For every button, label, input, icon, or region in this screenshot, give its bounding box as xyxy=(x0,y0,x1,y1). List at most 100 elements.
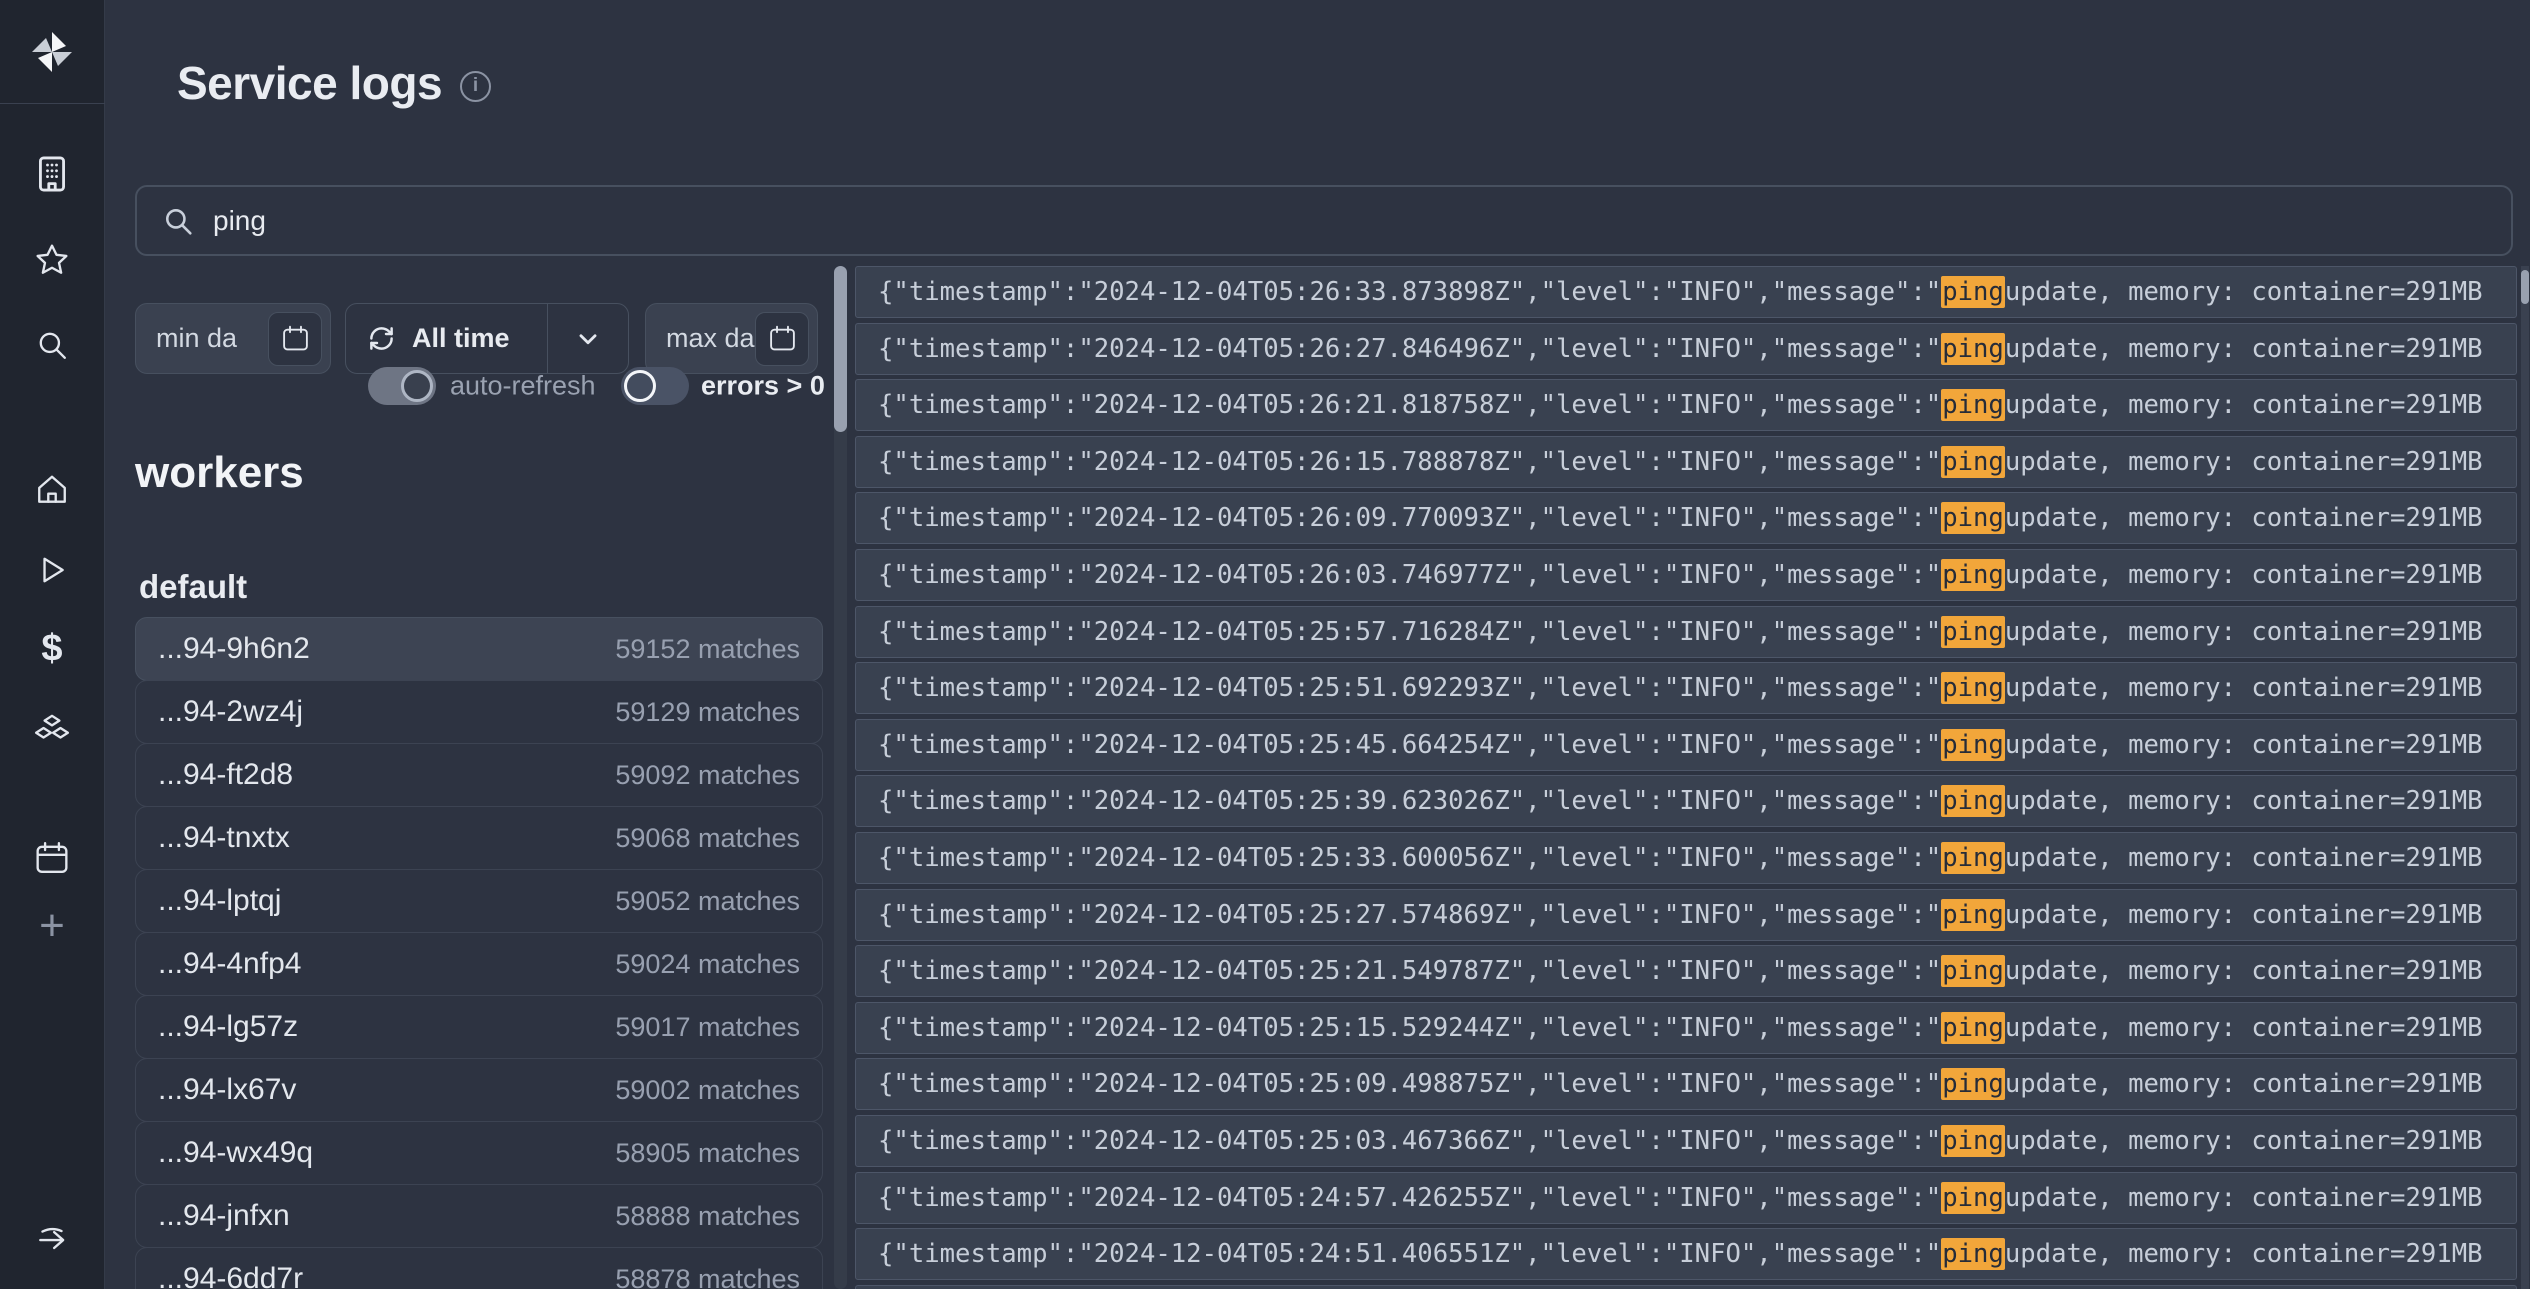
worker-row[interactable]: ...94-2wz4j 59129 matches xyxy=(135,680,823,744)
log-row[interactable]: {"timestamp":"2024-12-04T05:25:51.692293… xyxy=(855,662,2517,714)
worker-name: ...94-4nfp4 xyxy=(158,947,301,981)
search-highlight: ping xyxy=(1941,672,2005,704)
max-date-calendar-button[interactable] xyxy=(755,312,809,366)
chevron-down-icon xyxy=(575,326,601,352)
min-date-field[interactable] xyxy=(135,303,331,374)
log-text-prefix: {"timestamp":"2024-12-04T05:24:57.426255… xyxy=(878,1183,1941,1213)
log-row[interactable]: {"timestamp":"2024-12-04T05:25:45.664254… xyxy=(855,719,2517,771)
log-row[interactable]: {"timestamp":"2024-12-04T05:26:09.770093… xyxy=(855,492,2517,544)
log-row[interactable]: {"timestamp":"2024-12-04T05:25:27.574869… xyxy=(855,889,2517,941)
runs-play-icon[interactable] xyxy=(36,554,68,586)
time-range-main[interactable]: All time xyxy=(346,304,547,373)
search-highlight: ping xyxy=(1941,559,2005,591)
search-highlight: ping xyxy=(1941,616,2005,648)
log-text-suffix: update, memory: container=291MB xyxy=(2005,1126,2483,1156)
worker-name: ...94-6dd7r xyxy=(158,1262,303,1289)
log-text-suffix: update, memory: container=291MB xyxy=(2005,277,2483,307)
time-range-label: All time xyxy=(412,323,510,354)
log-text-prefix: {"timestamp":"2024-12-04T05:25:03.467366… xyxy=(878,1126,1941,1156)
favorites-star-icon[interactable] xyxy=(35,243,69,277)
exit-arrow-icon[interactable] xyxy=(35,1222,69,1256)
worker-row[interactable]: ...94-tnxtx 59068 matches xyxy=(135,806,823,870)
search-highlight: ping xyxy=(1941,842,2005,874)
schedules-calendar-icon[interactable] xyxy=(35,841,69,875)
worker-row[interactable]: ...94-lx67v 59002 matches xyxy=(135,1058,823,1122)
log-row[interactable]: {"timestamp":"2024-12-04T05:26:21.818758… xyxy=(855,379,2517,431)
logs-scrollbar-thumb[interactable] xyxy=(2521,270,2529,304)
log-text-prefix: {"timestamp":"2024-12-04T05:26:03.746977… xyxy=(878,560,1941,590)
log-text-suffix: update, memory: container=291MB xyxy=(2005,390,2483,420)
worker-name: ...94-lg57z xyxy=(158,1010,298,1044)
worker-row[interactable]: ...94-lg57z 59017 matches xyxy=(135,995,823,1059)
worker-row[interactable]: ...94-4nfp4 59024 matches xyxy=(135,932,823,996)
log-text-suffix: update, memory: container=291MB xyxy=(2005,900,2483,930)
log-row[interactable]: {"timestamp":"2024-12-04T05:25:21.549787… xyxy=(855,945,2517,997)
worker-name: ...94-tnxtx xyxy=(158,821,290,855)
add-plus-icon[interactable]: + xyxy=(39,901,65,951)
worker-name: ...94-9h6n2 xyxy=(158,632,310,666)
time-range-dropdown[interactable] xyxy=(548,304,628,373)
logs-scrollbar-track[interactable] xyxy=(2521,266,2529,1289)
worker-match-count: 59092 matches xyxy=(615,760,800,791)
worker-row[interactable]: ...94-ft2d8 59092 matches xyxy=(135,743,823,807)
worker-match-count: 59002 matches xyxy=(615,1075,800,1106)
log-row[interactable]: {"timestamp":"2024-12-04T05:25:09.498875… xyxy=(855,1058,2517,1110)
log-text-prefix: {"timestamp":"2024-12-04T05:26:15.788878… xyxy=(878,447,1941,477)
search-highlight: ping xyxy=(1941,1238,2005,1270)
log-text-prefix: {"timestamp":"2024-12-04T05:25:21.549787… xyxy=(878,956,1941,986)
worker-match-count: 59052 matches xyxy=(615,886,800,917)
log-row[interactable]: {"timestamp":"2024-12-04T05:26:03.746977… xyxy=(855,549,2517,601)
log-row[interactable]: {"timestamp":"2024-12-04T05:25:15.529244… xyxy=(855,1002,2517,1054)
worker-name: ...94-jnfxn xyxy=(158,1199,290,1233)
log-row[interactable]: {"timestamp":"2024-12-04T05:26:27.846496… xyxy=(855,323,2517,375)
log-row[interactable]: {"timestamp":"2024-12-04T05:24:57.426255… xyxy=(855,1172,2517,1224)
worker-list: ...94-9h6n2 59152 matches ...94-2wz4j 59… xyxy=(135,618,823,1289)
search-highlight: ping xyxy=(1941,1012,2005,1044)
log-text-prefix: {"timestamp":"2024-12-04T05:25:33.600056… xyxy=(878,843,1941,873)
log-text-prefix: {"timestamp":"2024-12-04T05:25:27.574869… xyxy=(878,900,1941,930)
search-input[interactable] xyxy=(213,205,2485,237)
worker-row[interactable]: ...94-9h6n2 59152 matches xyxy=(135,617,823,681)
log-row[interactable]: {"timestamp":"2024-12-04T05:25:39.623026… xyxy=(855,775,2517,827)
home-icon[interactable] xyxy=(35,473,69,507)
auto-refresh-toggle[interactable] xyxy=(368,367,436,405)
worker-row[interactable]: ...94-jnfxn 58888 matches xyxy=(135,1184,823,1248)
search-icon xyxy=(163,206,193,236)
calendar-icon xyxy=(282,325,309,352)
min-date-calendar-button[interactable] xyxy=(268,312,322,366)
worker-name: ...94-ft2d8 xyxy=(158,758,293,792)
log-row[interactable]: {"timestamp":"2024-12-04T05:26:33.873898… xyxy=(855,266,2517,318)
log-text-prefix: {"timestamp":"2024-12-04T05:24:51.406551… xyxy=(878,1239,1941,1269)
log-text-prefix: {"timestamp":"2024-12-04T05:26:27.846496… xyxy=(878,334,1941,364)
min-date-input[interactable] xyxy=(156,323,268,354)
log-text-prefix: {"timestamp":"2024-12-04T05:26:09.770093… xyxy=(878,503,1941,533)
worker-row[interactable]: ...94-lptqj 59052 matches xyxy=(135,869,823,933)
max-date-field[interactable] xyxy=(645,303,818,374)
worker-name: ...94-lx67v xyxy=(158,1073,296,1107)
log-row[interactable]: {"timestamp":"2024-12-04T05:24:51.406551… xyxy=(855,1228,2517,1280)
workspace-building-icon[interactable] xyxy=(36,156,68,192)
log-row[interactable]: {"timestamp":"2024-12-04T05:26:15.788878… xyxy=(855,436,2517,488)
calendar-icon xyxy=(769,325,796,352)
log-row[interactable]: {"timestamp":"2024-12-04T05:25:57.716284… xyxy=(855,606,2517,658)
log-text-prefix: {"timestamp":"2024-12-04T05:26:33.873898… xyxy=(878,277,1941,307)
left-scrollbar-thumb[interactable] xyxy=(834,266,847,432)
time-range-button[interactable]: All time xyxy=(345,303,629,374)
log-text-prefix: {"timestamp":"2024-12-04T05:25:39.623026… xyxy=(878,786,1941,816)
variables-dollar-icon[interactable]: $ xyxy=(41,628,62,671)
search-highlight: ping xyxy=(1941,502,2005,534)
windmill-logo[interactable] xyxy=(28,28,76,81)
worker-row[interactable]: ...94-wx49q 58905 matches xyxy=(135,1121,823,1185)
log-row-partial[interactable] xyxy=(855,1285,2517,1289)
resources-cubes-icon[interactable] xyxy=(34,714,70,742)
worker-row[interactable]: ...94-6dd7r 58878 matches xyxy=(135,1247,823,1289)
workers-heading: workers xyxy=(135,448,304,498)
search-nav-icon[interactable] xyxy=(36,329,68,361)
errors-filter-toggle[interactable] xyxy=(621,367,689,405)
worker-match-count: 58905 matches xyxy=(615,1138,800,1169)
log-text-suffix: update, memory: container=291MB xyxy=(2005,1069,2483,1099)
max-date-input[interactable] xyxy=(666,323,755,354)
info-icon[interactable]: i xyxy=(460,71,491,102)
log-row[interactable]: {"timestamp":"2024-12-04T05:25:03.467366… xyxy=(855,1115,2517,1167)
log-row[interactable]: {"timestamp":"2024-12-04T05:25:33.600056… xyxy=(855,832,2517,884)
